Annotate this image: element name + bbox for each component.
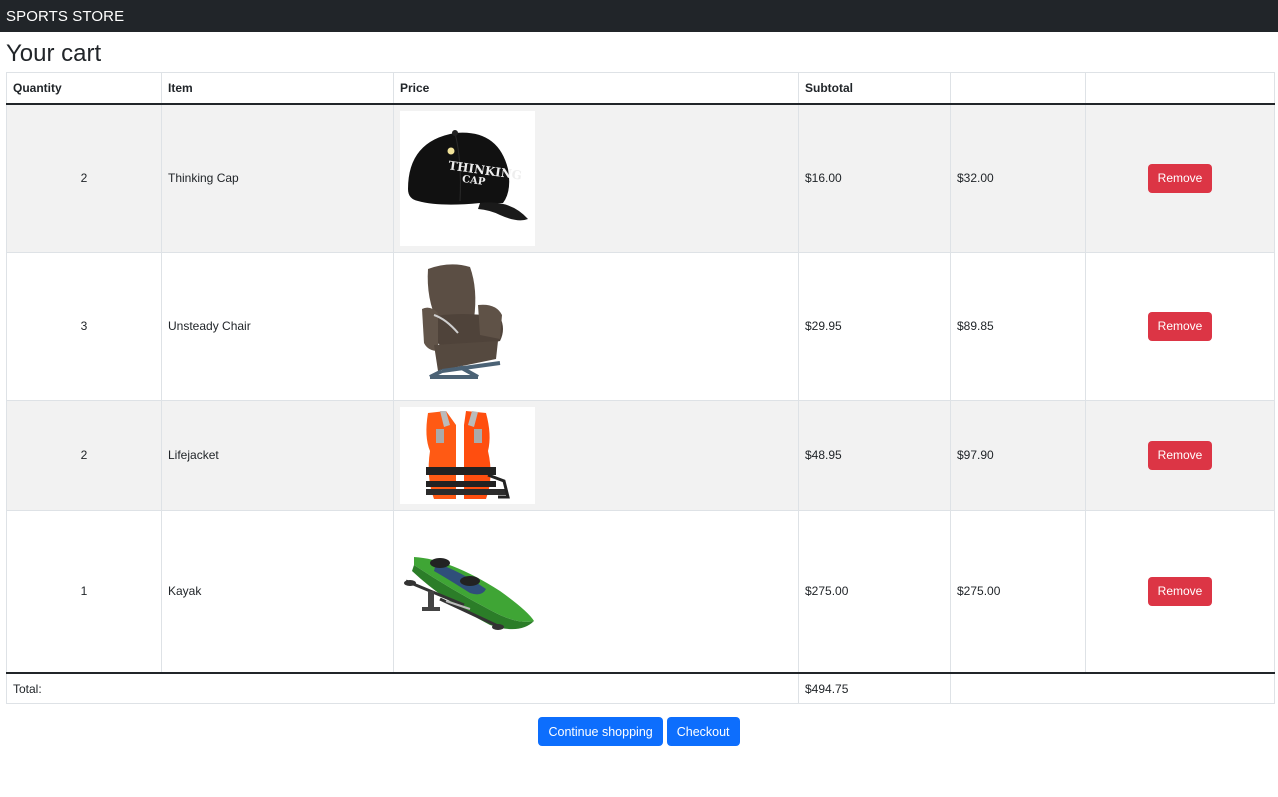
table-row: 1 Kayak $275.00 $275.00 Remove — [6, 509, 1275, 674]
item-name-cell: Unsteady Chair — [161, 251, 394, 401]
total-label: Total: — [6, 672, 799, 704]
table-header-row: Quantity Item Price Subtotal — [6, 72, 1275, 105]
continue-shopping-button[interactable]: Continue shopping — [538, 717, 663, 746]
subtotal-cell: $97.90 — [950, 399, 1086, 511]
cart-table: Quantity Item Price Subtotal 2 Thinking … — [6, 72, 1275, 704]
column-header-quantity: Quantity — [6, 72, 162, 105]
item-name-cell: Thinking Cap — [161, 103, 394, 253]
total-value: $494.75 — [798, 672, 951, 704]
total-row-empty-cell — [950, 672, 1275, 704]
kayak-image — [400, 541, 535, 642]
image-cell — [393, 251, 799, 401]
column-header-subtotal: Subtotal — [798, 72, 951, 105]
item-name-cell: Kayak — [161, 509, 394, 674]
price-cell: $48.95 — [798, 399, 951, 511]
actions-cell: Remove — [1085, 103, 1275, 253]
table-row: 2 Lifejacket $48.95 $97.90 Remove — [6, 399, 1275, 511]
image-cell: THINKING CAP — [393, 103, 799, 253]
column-header-blank-1 — [950, 72, 1086, 105]
subtotal-cell: $89.85 — [950, 251, 1086, 401]
column-header-blank-2 — [1085, 72, 1275, 105]
navbar-brand[interactable]: SPORTS STORE — [6, 8, 124, 25]
table-row: 2 Thinking Cap THINKING CAP $16.00 $32.0… — [6, 103, 1275, 253]
table-row: 3 Unsteady Chair $29.95 $89.85 Remove — [6, 251, 1275, 401]
item-name-cell: Lifejacket — [161, 399, 394, 511]
quantity-cell: 1 — [6, 509, 162, 674]
actions-cell: Remove — [1085, 399, 1275, 511]
remove-button[interactable]: Remove — [1147, 576, 1213, 606]
subtotal-cell: $275.00 — [950, 509, 1086, 674]
quantity-cell: 3 — [6, 251, 162, 401]
image-cell — [393, 509, 799, 674]
actions-cell: Remove — [1085, 509, 1275, 674]
remove-button[interactable]: Remove — [1147, 440, 1213, 470]
price-cell: $29.95 — [798, 251, 951, 401]
column-header-item: Item — [161, 72, 394, 105]
quantity-cell: 2 — [6, 103, 162, 253]
checkout-button[interactable]: Checkout — [666, 717, 740, 746]
price-cell: $16.00 — [798, 103, 951, 253]
lifejacket-image — [400, 406, 535, 504]
remove-button[interactable]: Remove — [1147, 311, 1213, 341]
subtotal-cell: $32.00 — [950, 103, 1086, 253]
remove-button[interactable]: Remove — [1147, 163, 1213, 193]
image-cell — [393, 399, 799, 511]
navbar: SPORTS STORE — [0, 0, 1278, 32]
chair-image — [400, 258, 535, 394]
cart-actions: Continue shopping Checkout — [0, 717, 1278, 746]
page-title: Your cart — [6, 40, 102, 67]
quantity-cell: 2 — [6, 399, 162, 511]
column-header-price: Price — [393, 72, 799, 105]
cap-image: THINKING CAP — [400, 110, 535, 246]
price-cell: $275.00 — [798, 509, 951, 674]
actions-cell: Remove — [1085, 251, 1275, 401]
total-row: Total: $494.75 — [6, 672, 1275, 704]
